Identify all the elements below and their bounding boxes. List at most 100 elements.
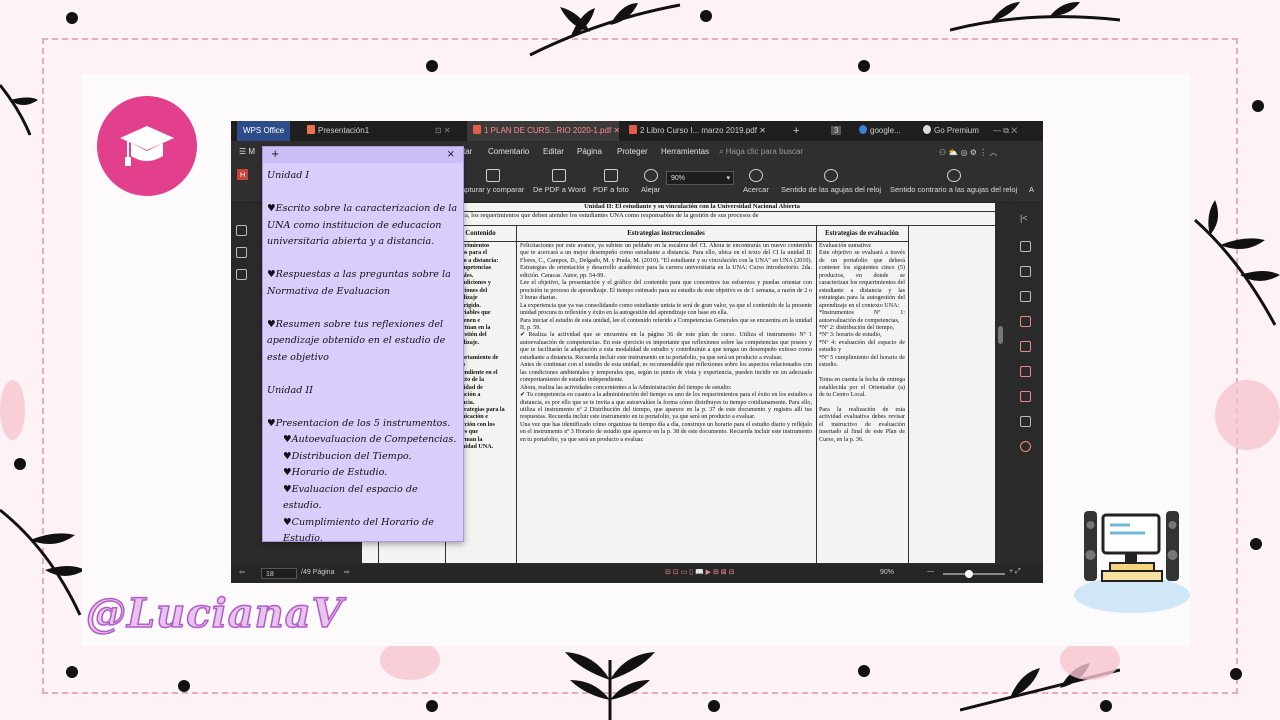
text-icon[interactable] [1020,266,1031,277]
pink-blob-decoration [0,380,25,440]
prev-page-icon[interactable]: ⇦ [239,568,245,576]
contenido-line: trategias para la [462,406,505,413]
pdf-to-word-button[interactable]: De PDF a Word [533,169,586,194]
contenido-line: mpetencias [462,265,492,272]
close-icon[interactable]: × [447,147,455,164]
view-mode-icons[interactable]: ⊟ ⊡ ▭ ▯ 📖 ▶ ⊞ ⊠ ⊟ [665,568,734,576]
image-tool-icon[interactable] [1020,291,1031,302]
tab-label: 1 PLAN DE CURS...RIO 2020-1.pdf [484,126,612,135]
zoom-out-button[interactable]: Alejar [641,169,660,194]
note-line: Unidad I [267,170,310,181]
rotate-clockwise-button[interactable]: Sentido de las agujas del reloj [781,169,881,194]
tab-wps-office[interactable]: WPS Office [237,121,291,141]
contenido-line: ación a [462,392,481,399]
contenido-line: erimientos [462,243,490,249]
tab-libro-curso[interactable]: 2 Libro Curso I... marzo 2019.pdf ✕ [623,121,772,141]
account-icons[interactable]: ⚇ ⛅ ◎ ⚙ ⋮ ︿ [939,147,997,158]
column-divider [816,226,817,563]
capture-compare-button[interactable]: apturar y comparar [461,169,524,194]
evaluacion-paragraph: Este objetivo se evaluará a través de un… [819,250,905,309]
estrategias-paragraph: La experiencia que ya vas consolidando c… [520,302,812,317]
capture-compare-label: apturar y comparar [461,185,525,194]
estrategias-paragraph: Ahora, realiza las actividades concernie… [520,384,732,391]
computer-illustration [1074,511,1190,613]
pdf-edit-icon[interactable] [1020,366,1031,377]
window-controls[interactable]: — ⧉ ✕ [987,121,1023,141]
contenido-line: endiente en el [462,369,498,376]
zoom-select[interactable]: 90% ▾ [666,171,734,185]
sticky-note-header: + × [263,147,463,163]
contenido-line: estión del [462,332,487,339]
menu-item-herramientas[interactable]: Herramientas [661,147,709,156]
new-tab-button[interactable]: + [787,121,805,141]
bookmark-icon[interactable] [236,269,247,280]
menu-item-proteger[interactable]: Proteger [617,147,648,156]
more-tools-button[interactable]: A [1029,185,1034,194]
sticky-note[interactable]: + × Unidad I ♥Escrito sobre la caracteriz… [262,146,464,544]
zoom-in-button[interactable]: Acercar [743,169,769,194]
dot-decoration [858,665,870,677]
contenido-line: rman la [462,436,483,443]
collapse-icon[interactable]: |< [1020,213,1031,224]
leaf-branch-decoration [529,3,681,57]
scrollbar[interactable] [998,326,1003,344]
evaluacion-paragraph: *Nº 3: horario de estudio, [819,332,882,339]
page-number-input[interactable]: 18 [261,568,297,579]
tab-presentation[interactable]: Presentación1 [301,121,375,141]
tab-google[interactable]: google... [853,121,907,141]
zoom-slider-handle[interactable] [965,570,973,578]
add-note-icon[interactable]: + [271,147,279,164]
rotate-cw-label: Sentido de las agujas del reloj [781,185,882,194]
tab-bar: WPS Office Presentación1 ⊡ ✕ 1 PLAN DE C… [231,121,1043,141]
estrategias-paragraph: Una vez que has identificado cómo organi… [520,421,812,443]
rotate-counterclockwise-button[interactable]: Sentido contrario a las agujas del reloj [890,169,1017,194]
pdf-export-icon[interactable] [1020,341,1031,352]
menu-item-editar[interactable]: Editar [543,147,564,156]
dot-decoration [700,10,712,22]
next-page-icon[interactable]: ⇨ [344,568,350,576]
split-icon[interactable] [1020,416,1031,427]
pdf-file-icon [473,125,481,134]
tab-count-badge[interactable]: 3 [825,121,847,141]
zoom-in-icon[interactable]: + ⤢ [1009,568,1021,576]
pdf-to-photo-button[interactable]: PDF a foto [593,169,629,194]
contenido-line: riables que [462,310,491,317]
go-premium-button[interactable]: Go Premium [917,121,985,141]
pink-blob-decoration [1215,380,1280,450]
contenido-line: nicación e [462,414,488,421]
contenido-line: ndiciones y [462,280,491,287]
zoom-select-value: 90% [671,175,686,182]
note-line: ♥Evaluacion del espacio de estudio. [283,483,418,512]
convert-icon[interactable] [1020,316,1031,327]
thumbnails-icon[interactable] [236,225,247,236]
tab-plan-de-curso[interactable]: 1 PLAN DE CURS...RIO 2020-1.pdf ✕ [467,121,620,141]
capture-icon [485,169,500,182]
zoom-out-icon[interactable]: — [927,568,934,575]
menu-item-comentario[interactable]: Comentario [488,147,529,156]
note-line: ♥Distribucion del Tiempo. [283,450,412,462]
close-icon[interactable]: ✕ [613,126,620,135]
zoom-in-icon [748,169,763,182]
sticky-note-body[interactable]: Unidad I ♥Escrito sobre la caracterizacio… [267,168,459,548]
menu-hamburger-icon[interactable]: ☰ M [239,147,255,156]
image-icon[interactable] [236,247,247,258]
home-button[interactable]: H [237,169,249,180]
print-icon[interactable] [1020,241,1031,252]
bug-icon[interactable] [1020,441,1031,452]
zoom-slider[interactable] [943,573,1005,575]
rotate-cw-icon [824,169,839,182]
zoom-out-icon [643,169,658,182]
dot-decoration [66,12,78,24]
search-bar[interactable]: ⌕ Haga clic para buscar [719,147,803,157]
dot-decoration [858,60,870,72]
photo-icon [603,169,618,182]
tab-close-icon[interactable]: ⊡ ✕ [429,121,457,141]
menu-item-start[interactable]: tar [463,147,472,156]
tab-label: Go Premium [934,126,979,135]
note-line: Unidad II [267,384,313,396]
menu-item-pagina[interactable]: Página [577,147,602,156]
contenido-line: xto de la [462,377,485,384]
close-icon[interactable]: ✕ [759,126,766,135]
dot-decoration [14,458,26,470]
document-icon[interactable] [1020,391,1031,402]
